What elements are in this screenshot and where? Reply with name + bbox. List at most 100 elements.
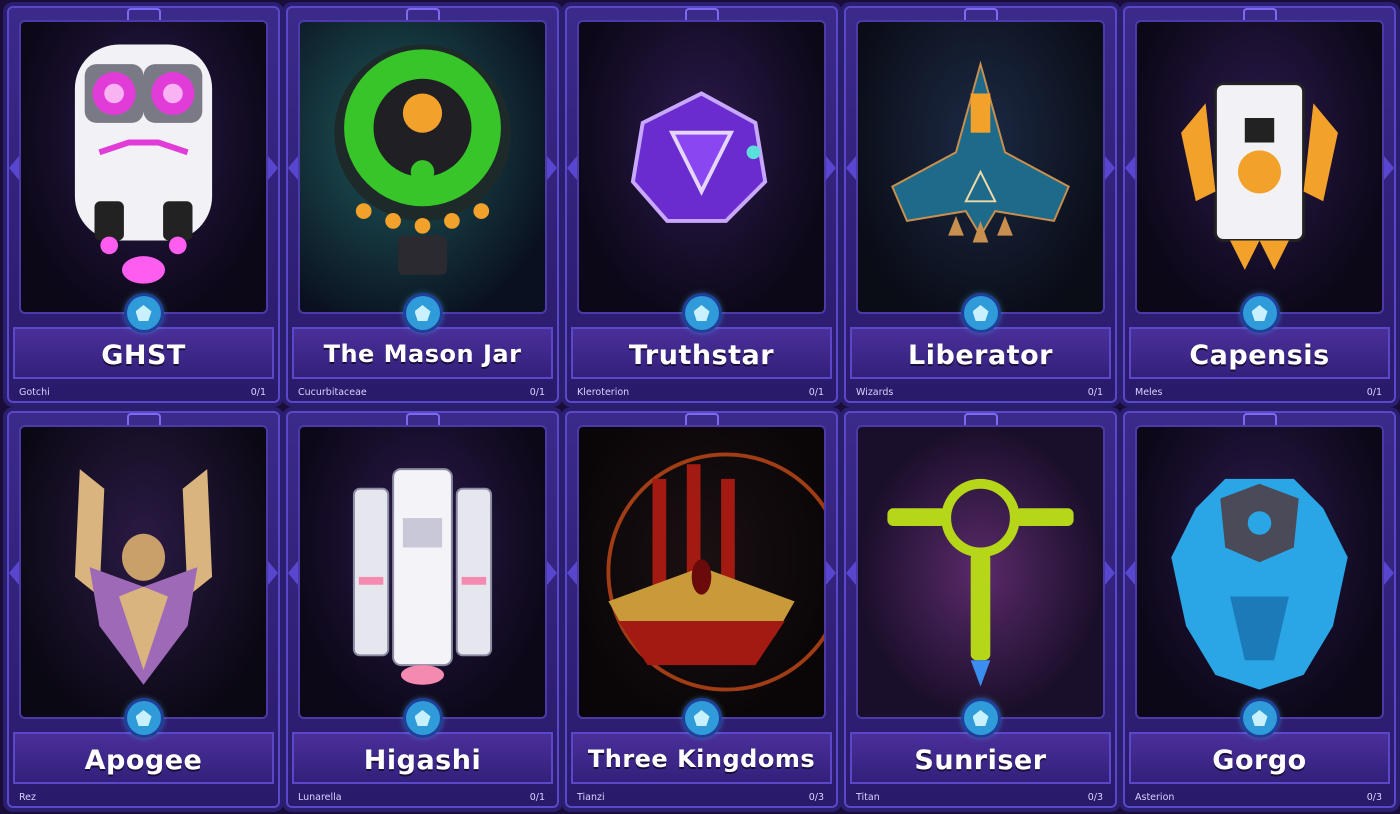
ship-emblem-icon	[963, 296, 998, 330]
ship-name: Apogee	[84, 745, 203, 776]
ship-emblem-icon	[126, 296, 161, 330]
card-footer: Asterion 0/3	[1135, 792, 1382, 803]
next-arrow-icon[interactable]	[826, 156, 836, 180]
ship-card-sunriser[interactable]: Sunriser Titan 0/3	[844, 411, 1117, 808]
prev-arrow-icon[interactable]	[1125, 561, 1135, 585]
card-top-notch	[684, 413, 719, 427]
next-arrow-icon[interactable]	[268, 156, 278, 180]
ship-card-grid: GHST Gotchi 0/1 The Mason Jar Cucurbitac…	[0, 0, 1400, 814]
crimson-crown-ship-icon	[606, 452, 824, 692]
card-top-notch	[126, 8, 161, 22]
ship-card-capensis[interactable]: Capensis Meles 0/1	[1123, 6, 1396, 403]
collection-label: Meles	[1135, 387, 1163, 398]
robot-ghost-ship-icon	[74, 44, 213, 284]
ship-art	[858, 427, 1103, 717]
owned-count: 0/1	[1087, 387, 1103, 398]
prev-arrow-icon[interactable]	[9, 561, 19, 585]
next-arrow-icon[interactable]	[1384, 561, 1394, 585]
card-footer: Kleroterion 0/1	[577, 387, 824, 398]
collection-label: Kleroterion	[577, 387, 630, 398]
ship-art	[21, 427, 266, 717]
ship-card-gorgo[interactable]: Gorgo Asterion 0/3	[1123, 411, 1396, 808]
ship-card-the-mason-jar[interactable]: The Mason Jar Cucurbitaceae 0/1	[286, 6, 559, 403]
prev-arrow-icon[interactable]	[567, 561, 577, 585]
owned-count: 0/1	[250, 387, 266, 398]
orange-badger-ship-icon	[1181, 82, 1338, 270]
ship-emblem-icon	[126, 701, 161, 735]
prev-arrow-icon[interactable]	[288, 561, 298, 585]
ship-emblem-icon	[684, 701, 719, 735]
ship-art	[579, 22, 824, 312]
collection-label: Cucurbitaceae	[298, 387, 367, 398]
ship-name: Liberator	[908, 340, 1053, 371]
owned-count: 0/3	[808, 792, 824, 803]
prev-arrow-icon[interactable]	[1125, 156, 1135, 180]
next-arrow-icon[interactable]	[1105, 561, 1115, 585]
next-arrow-icon[interactable]	[1105, 156, 1115, 180]
ship-art	[1137, 427, 1382, 717]
collection-label: Gotchi	[19, 387, 50, 398]
card-top-notch	[126, 413, 161, 427]
owned-count: 0/3	[1366, 792, 1382, 803]
next-arrow-icon[interactable]	[1384, 156, 1394, 180]
prev-arrow-icon[interactable]	[288, 156, 298, 180]
owned-count: 0/1	[529, 387, 545, 398]
ship-art	[300, 427, 545, 717]
ship-card-ghst[interactable]: GHST Gotchi 0/1	[7, 6, 280, 403]
collection-label: Tianzi	[577, 792, 605, 803]
card-footer: Meles 0/1	[1135, 387, 1382, 398]
prev-arrow-icon[interactable]	[846, 156, 856, 180]
ship-name: The Mason Jar	[323, 340, 522, 368]
next-arrow-icon[interactable]	[268, 561, 278, 585]
next-arrow-icon[interactable]	[547, 561, 557, 585]
ship-name: Higashi	[363, 745, 482, 776]
ship-name: Truthstar	[628, 340, 775, 371]
ship-name: Sunriser	[914, 745, 1047, 776]
card-top-notch	[684, 8, 719, 22]
next-arrow-icon[interactable]	[826, 561, 836, 585]
ship-art	[579, 427, 824, 717]
ship-emblem-icon	[405, 296, 440, 330]
card-footer: Cucurbitaceae 0/1	[298, 387, 545, 398]
ship-emblem-icon	[963, 701, 998, 735]
card-top-notch	[405, 8, 440, 22]
lime-ankh-ship-icon	[887, 478, 1074, 687]
collection-label: Titan	[856, 792, 880, 803]
ship-card-higashi[interactable]: Higashi Lunarella 0/1	[286, 411, 559, 808]
owned-count: 0/1	[808, 387, 824, 398]
card-top-notch	[1242, 8, 1277, 22]
collection-label: Lunarella	[298, 792, 342, 803]
white-mech-ship-icon	[352, 468, 493, 685]
ship-card-truthstar[interactable]: Truthstar Kleroterion 0/1	[565, 6, 838, 403]
next-arrow-icon[interactable]	[547, 156, 557, 180]
prev-arrow-icon[interactable]	[846, 561, 856, 585]
ship-art	[300, 22, 545, 312]
card-top-notch	[963, 8, 998, 22]
owned-count: 0/3	[1087, 792, 1103, 803]
ship-art	[21, 22, 266, 312]
ship-card-liberator[interactable]: Liberator Wizards 0/1	[844, 6, 1117, 403]
card-top-notch	[963, 413, 998, 427]
green-saucer-ship-icon	[334, 44, 511, 275]
d20-dice-ship-icon	[630, 91, 768, 223]
ship-card-three-kingdoms[interactable]: Three Kingdoms Tianzi 0/3	[565, 411, 838, 808]
card-top-notch	[1242, 413, 1277, 427]
ship-emblem-icon	[405, 701, 440, 735]
ship-art	[858, 22, 1103, 312]
ship-name: Gorgo	[1212, 745, 1307, 776]
ship-card-apogee[interactable]: Apogee Rez	[7, 411, 280, 808]
collection-label: Asterion	[1135, 792, 1175, 803]
ship-name: Three Kingdoms	[587, 745, 816, 773]
blue-wizard-ship-icon	[891, 60, 1070, 243]
card-top-notch	[405, 413, 440, 427]
tan-claw-ship-icon	[74, 469, 213, 685]
card-footer: Gotchi 0/1	[19, 387, 266, 398]
card-footer: Rez	[19, 792, 266, 803]
ship-emblem-icon	[684, 296, 719, 330]
card-footer: Tianzi 0/3	[577, 792, 824, 803]
collection-label: Rez	[19, 792, 37, 803]
prev-arrow-icon[interactable]	[9, 156, 19, 180]
prev-arrow-icon[interactable]	[567, 156, 577, 180]
ship-emblem-icon	[1242, 296, 1277, 330]
owned-count: 0/1	[529, 792, 545, 803]
